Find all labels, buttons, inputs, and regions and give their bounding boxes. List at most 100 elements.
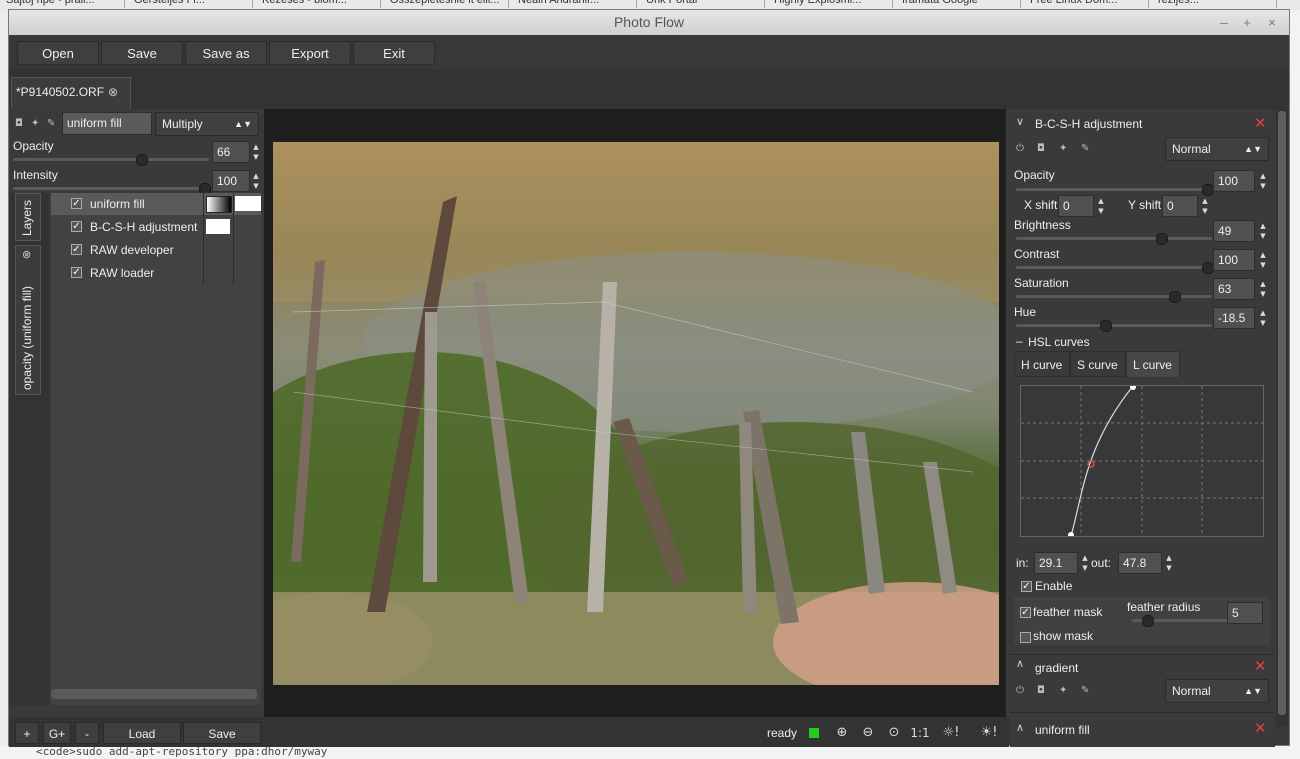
opacity-slider-track[interactable] xyxy=(13,158,209,161)
layer-color-swatch[interactable] xyxy=(206,219,230,234)
chevron-down-icon[interactable]: ∨ xyxy=(1016,115,1024,128)
bcsh-opacity-field[interactable]: 100 xyxy=(1213,170,1255,192)
document-tab[interactable]: *P9140502.ORF ⊗ xyxy=(11,77,131,109)
in-field[interactable]: 29.1 xyxy=(1034,552,1078,574)
blend-mode-select[interactable]: Multiply ▲▼ xyxy=(155,112,259,136)
open-button[interactable]: Open xyxy=(17,41,99,65)
settings-scrollbar[interactable] xyxy=(1276,109,1288,727)
spin-icon[interactable]: ▲ ▼ xyxy=(1258,279,1268,301)
feather-radius-field[interactable]: 5 xyxy=(1227,602,1263,624)
chevron-up-icon[interactable]: ∧ xyxy=(1016,657,1024,670)
edit-icon[interactable]: ✎ xyxy=(1081,686,1091,696)
contrast-field[interactable]: 100 xyxy=(1213,249,1255,271)
brightness-knob[interactable] xyxy=(1155,233,1168,245)
layer-visible-checkbox[interactable]: ✓ xyxy=(71,267,82,278)
shadows-clipping-icon[interactable]: ☼! xyxy=(935,721,967,745)
image-canvas[interactable] xyxy=(264,109,1006,717)
saturation-knob[interactable] xyxy=(1168,291,1181,303)
layer-row[interactable]: ✓ B-C-S-H adjustment xyxy=(51,216,261,238)
layer-name-input[interactable]: uniform fill xyxy=(62,112,152,135)
power-icon[interactable]: ⏻ xyxy=(1016,144,1026,154)
layer-visible-checkbox[interactable]: ✓ xyxy=(71,198,82,209)
out-field[interactable]: 47.8 xyxy=(1118,552,1162,574)
power-icon[interactable]: ⏻ xyxy=(1016,686,1026,696)
yshift-field[interactable]: 0 xyxy=(1162,195,1198,217)
layer-color-swatch[interactable] xyxy=(235,196,261,211)
bcsh-header[interactable]: ∨ B-C-S-H adjustment ✕ xyxy=(1010,111,1272,139)
tab-h-curve[interactable]: H curve xyxy=(1014,351,1070,377)
visibility-icon[interactable]: ◘ xyxy=(1037,686,1047,696)
save-as-button[interactable]: Save as xyxy=(185,41,267,65)
close-window-button[interactable]: × xyxy=(1262,10,1282,35)
layer-mask-thumbnail[interactable] xyxy=(206,196,232,213)
pin-icon[interactable]: ✦ xyxy=(31,119,41,129)
bcsh-blend-select[interactable]: Normal ▲▼ xyxy=(1165,137,1269,161)
hue-track[interactable] xyxy=(1016,324,1212,327)
layer-visible-checkbox[interactable]: ✓ xyxy=(71,221,82,232)
spin-icon[interactable]: ▲ ▼ xyxy=(1258,250,1268,272)
tab-opacity-uniform-fill[interactable]: ⊗ opacity (uniform fill) xyxy=(15,245,41,395)
feather-mask-checkbox[interactable]: ✓ xyxy=(1020,607,1031,618)
save-button[interactable]: Save xyxy=(101,41,183,65)
collapse-icon[interactable]: – xyxy=(1016,334,1023,348)
intensity-slider-track[interactable] xyxy=(13,187,209,190)
contrast-track[interactable] xyxy=(1016,266,1212,269)
exit-button[interactable]: Exit xyxy=(353,41,435,65)
tab-l-curve[interactable]: L curve xyxy=(1126,351,1180,377)
spin-icon[interactable]: ▲ ▼ xyxy=(1080,553,1090,575)
uniform-fill-header[interactable]: ∧ uniform fill ✕ xyxy=(1010,719,1272,745)
zoom-out-icon[interactable]: ⊖ xyxy=(856,721,880,745)
edit-icon[interactable]: ✎ xyxy=(47,119,57,129)
spin-icon[interactable]: ▲ ▼ xyxy=(1164,553,1174,575)
spin-icon[interactable]: ▲ ▼ xyxy=(1200,196,1210,218)
remove-gradient-icon[interactable]: ✕ xyxy=(1254,657,1267,675)
zoom-100-button[interactable]: 1:1 xyxy=(908,721,932,745)
spin-icon[interactable]: ▲ ▼ xyxy=(1258,308,1268,330)
spin-icon[interactable]: ▲ ▼ xyxy=(1258,221,1268,243)
spin-icon[interactable]: ▲ ▼ xyxy=(1096,196,1106,218)
enable-checkbox[interactable]: ✓ xyxy=(1021,581,1032,592)
curve-editor[interactable] xyxy=(1020,384,1264,538)
intensity-value-field[interactable]: 100 xyxy=(212,170,250,192)
maximize-button[interactable]: + xyxy=(1237,10,1257,35)
zoom-in-icon[interactable]: ⊕ xyxy=(830,721,854,745)
layer-row[interactable]: ✓ uniform fill xyxy=(51,193,261,215)
zoom-fit-icon[interactable]: ⊙ xyxy=(882,721,906,745)
intensity-spin-icon[interactable]: ▲ ▼ xyxy=(251,171,261,193)
layer-visible-checkbox[interactable]: ✓ xyxy=(71,244,82,255)
xshift-field[interactable]: 0 xyxy=(1058,195,1094,217)
brightness-field[interactable]: 49 xyxy=(1213,220,1255,242)
chevron-up-icon[interactable]: ∧ xyxy=(1016,721,1024,734)
add-layer-button[interactable]: + xyxy=(15,722,39,744)
visibility-icon[interactable]: ◘ xyxy=(15,119,25,129)
spin-icon[interactable]: ▲ ▼ xyxy=(1258,171,1268,193)
pin-icon[interactable]: ✦ xyxy=(1059,686,1069,696)
gradient-blend-select[interactable]: Normal ▲▼ xyxy=(1165,679,1269,703)
layer-row[interactable]: ✓ RAW loader xyxy=(51,262,261,284)
highlights-clipping-icon[interactable]: ☀! xyxy=(973,721,1005,745)
export-button[interactable]: Export xyxy=(269,41,351,65)
show-mask-checkbox[interactable] xyxy=(1020,632,1031,643)
opacity-slider-knob[interactable] xyxy=(135,154,148,166)
brightness-track[interactable] xyxy=(1016,237,1212,240)
saturation-field[interactable]: 63 xyxy=(1213,278,1255,300)
visibility-icon[interactable]: ◘ xyxy=(1037,144,1047,154)
minimize-button[interactable]: – xyxy=(1214,10,1234,35)
edit-icon[interactable]: ✎ xyxy=(1081,144,1091,154)
remove-uniform-fill-icon[interactable]: ✕ xyxy=(1254,719,1267,737)
feather-radius-knob[interactable] xyxy=(1142,615,1154,627)
save-preset-button[interactable]: Save xyxy=(183,722,261,744)
bcsh-opacity-track[interactable] xyxy=(1016,188,1212,191)
pin-icon[interactable]: ✦ xyxy=(1059,144,1069,154)
saturation-track[interactable] xyxy=(1016,295,1212,298)
remove-layer-button[interactable]: - xyxy=(75,722,99,744)
opacity-value-field[interactable]: 66 xyxy=(212,141,250,163)
load-preset-button[interactable]: Load xyxy=(103,722,181,744)
remove-bcsh-icon[interactable]: ✕ xyxy=(1254,114,1267,132)
hue-field[interactable]: -18.5 xyxy=(1213,307,1255,329)
settings-scrollbar-thumb[interactable] xyxy=(1278,111,1286,715)
layer-list-scrollbar[interactable] xyxy=(51,689,257,699)
close-tab-icon[interactable]: ⊗ xyxy=(22,248,31,261)
opacity-spin-icon[interactable]: ▲ ▼ xyxy=(251,142,261,164)
close-tab-icon[interactable]: ⊗ xyxy=(108,78,118,106)
